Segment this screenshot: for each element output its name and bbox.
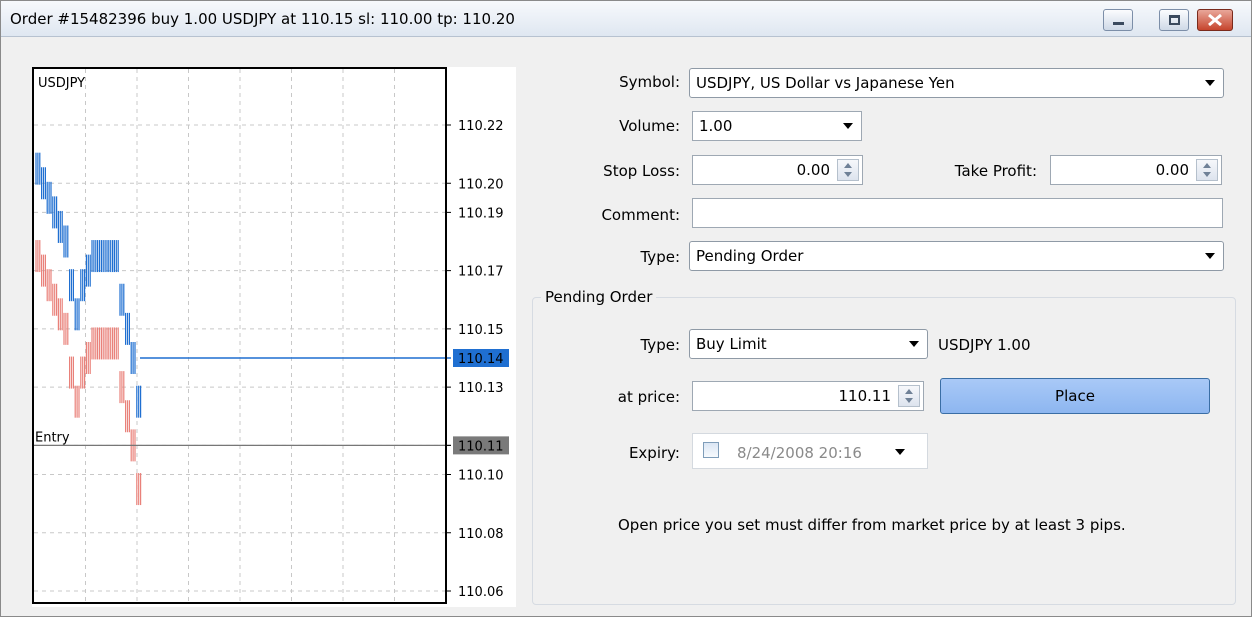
pending-type-label: Type: (640, 336, 680, 354)
price-tick-label: 110.19 (458, 206, 504, 221)
symbol-select[interactable]: USDJPY, US Dollar vs Japanese Yen (689, 68, 1224, 98)
current-price-tag-text: 110.14 (458, 352, 504, 367)
price-tick-label: 110.10 (458, 469, 504, 484)
chevron-down-icon (895, 449, 905, 455)
minimize-icon (1113, 22, 1124, 25)
price-chart: 110.22 110.20 110.19 110.17 110.15 110.13 110.… (32, 67, 516, 607)
order-type-select[interactable]: Pending Order (689, 241, 1224, 271)
expiry-value: 8/24/2008 20:16 (737, 444, 862, 462)
arrow-up-icon (844, 163, 852, 168)
arrow-up-icon (1203, 163, 1211, 168)
stop-loss-label: Stop Loss: (603, 162, 680, 180)
arrow-down-icon (844, 172, 852, 177)
entry-price-tag-text: 110.11 (458, 439, 504, 454)
window-title: Order #15482396 buy 1.00 USDJPY at 110.1… (10, 10, 515, 28)
arrow-down-icon (1203, 172, 1211, 177)
take-profit-field[interactable]: 0.00 (1050, 155, 1222, 185)
price-spinner[interactable] (898, 385, 920, 407)
take-profit-spinner[interactable] (1196, 159, 1218, 181)
stop-loss-spinner[interactable] (837, 159, 859, 181)
arrow-up-icon (905, 389, 913, 394)
chart-symbol-label: USDJPY (38, 76, 85, 91)
expiry-label: Expiry: (628, 444, 680, 462)
symbol-select-value: USDJPY, US Dollar vs Japanese Yen (696, 74, 955, 92)
pending-order-title: Pending Order (541, 288, 657, 306)
order-type-label: Type: (640, 248, 680, 266)
expiry-picker[interactable]: 8/24/2008 20:16 (692, 433, 928, 469)
close-icon (1208, 14, 1222, 26)
volume-select[interactable]: 1.00 (692, 111, 862, 141)
price-label: at price: (617, 388, 680, 406)
comment-field[interactable] (692, 198, 1223, 228)
title-bar[interactable]: Order #15482396 buy 1.00 USDJPY at 110.1… (1, 1, 1251, 37)
price-value: 110.11 (838, 387, 892, 405)
arrow-down-icon (905, 398, 913, 403)
pending-type-value: Buy Limit (696, 335, 767, 353)
symbol-label: Symbol: (619, 73, 680, 91)
close-button[interactable] (1197, 9, 1233, 31)
price-tick-label: 110.06 (458, 585, 504, 600)
pending-type-select[interactable]: Buy Limit (689, 329, 928, 359)
expiry-checkbox[interactable] (703, 442, 719, 458)
chevron-down-icon (1205, 80, 1215, 86)
take-profit-label: Take Profit: (954, 162, 1037, 180)
stop-loss-value: 0.00 (796, 161, 830, 179)
order-type-value: Pending Order (696, 247, 804, 265)
chevron-down-icon (843, 123, 853, 129)
stop-loss-field[interactable]: 0.00 (692, 155, 863, 185)
maximize-button[interactable] (1159, 9, 1189, 31)
volume-select-value: 1.00 (699, 117, 733, 135)
price-tick-label: 110.17 (458, 265, 504, 280)
place-button[interactable]: Place (940, 378, 1210, 414)
minimize-button[interactable] (1103, 9, 1133, 31)
entry-label: Entry (35, 430, 70, 445)
price-tick-label: 110.08 (458, 527, 504, 542)
comment-label: Comment: (601, 206, 680, 224)
price-tick-label: 110.15 (458, 323, 504, 338)
take-profit-value: 0.00 (1155, 161, 1189, 179)
chevron-down-icon (1205, 253, 1215, 259)
maximize-icon (1169, 15, 1180, 25)
chevron-down-icon (909, 341, 919, 347)
order-summary: USDJPY 1.00 (938, 336, 1031, 354)
order-window: Order #15482396 buy 1.00 USDJPY at 110.1… (0, 0, 1252, 617)
price-tick-label: 110.20 (458, 177, 504, 192)
volume-label: Volume: (619, 117, 680, 135)
price-hint: Open price you set must differ from mark… (618, 516, 1126, 534)
price-tick-label: 110.13 (458, 381, 504, 396)
chart-svg: 110.22 110.20 110.19 110.17 110.15 110.13 110.… (32, 67, 516, 607)
price-field[interactable]: 110.11 (692, 381, 924, 411)
price-tick-label: 110.22 (458, 119, 504, 134)
